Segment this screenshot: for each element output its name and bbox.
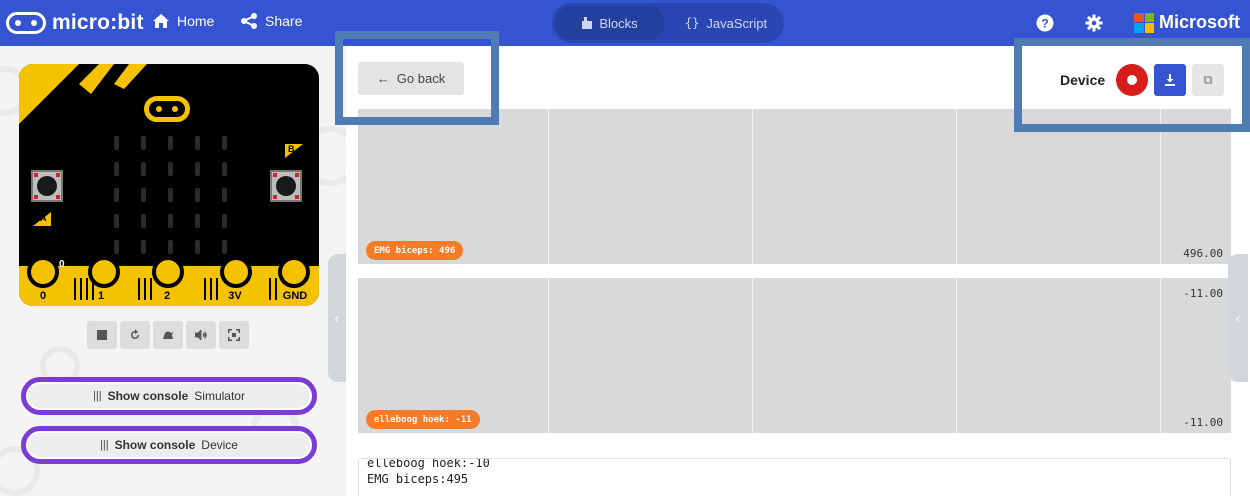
- chart-elleboog-hoek: -11.00 elleboog hoek: -11 -11.00: [358, 278, 1231, 433]
- collapse-simulator-tab[interactable]: ‹: [328, 254, 346, 382]
- javascript-tab[interactable]: {} JavaScript: [671, 6, 781, 40]
- share-icon: [241, 13, 257, 29]
- chart-value-label: 496.00: [1183, 247, 1223, 260]
- bars-icon: |||: [100, 439, 109, 451]
- slowmo-icon: [163, 331, 173, 339]
- microbit-logo-chip: [144, 96, 190, 122]
- pin-gnd-pad: [278, 256, 310, 288]
- chart-min-label: -11.00: [1183, 416, 1223, 429]
- simulator-panel: A B 0 1 2 3V GND 0 ||| Show console Simu…: [0, 46, 346, 496]
- microbit-logo[interactable]: micro:bit: [6, 7, 144, 39]
- microsoft-logo[interactable]: Microsoft: [1134, 12, 1240, 33]
- pin-1-label: 1: [97, 290, 105, 302]
- simulator-toolbar: [87, 321, 249, 349]
- chart-max-label: -11.00: [1183, 287, 1223, 300]
- gear-icon: [1085, 14, 1103, 32]
- button-a-tag: A: [33, 212, 51, 226]
- blocks-tab[interactable]: Blocks: [555, 6, 665, 40]
- share-button[interactable]: Share: [240, 13, 302, 29]
- microsoft-logo-icon: [1134, 12, 1154, 33]
- restart-button[interactable]: [120, 321, 150, 349]
- console-device-sub: Device: [201, 438, 238, 452]
- settings-button[interactable]: [1083, 12, 1105, 34]
- show-console-simulator-button[interactable]: ||| Show console Simulator: [21, 377, 317, 415]
- highlight-device-controls: [1014, 38, 1250, 132]
- console-simulator-bold: Show console: [107, 389, 189, 403]
- show-console-device-button[interactable]: ||| Show console Device: [21, 426, 317, 464]
- chevron-left-icon: ‹: [334, 310, 340, 326]
- restart-icon: [131, 329, 139, 339]
- logo-text: micro:bit: [52, 11, 144, 34]
- home-icon: [153, 14, 169, 28]
- highlight-go-back: [335, 31, 499, 125]
- help-button[interactable]: ?: [1034, 12, 1056, 34]
- share-label: Share: [265, 13, 303, 29]
- fullscreen-icon: [228, 329, 240, 341]
- microsoft-label: Microsoft: [1159, 12, 1240, 32]
- bars-icon: |||: [93, 390, 102, 402]
- console-simulator-sub: Simulator: [194, 389, 245, 403]
- button-b[interactable]: [270, 170, 302, 202]
- editor-mode-toggle: Blocks {} JavaScript: [552, 3, 784, 43]
- stop-icon: [97, 330, 107, 340]
- chart-badge: EMG biceps: 496: [366, 241, 464, 260]
- pin-2-pad[interactable]: [152, 256, 184, 288]
- fullscreen-button[interactable]: [219, 321, 249, 349]
- help-icon: ?: [1036, 14, 1054, 32]
- pin-0-label: 0: [39, 290, 47, 302]
- pin-2-label: 2: [163, 290, 171, 302]
- console-device-bold: Show console: [114, 438, 196, 452]
- chart-badge: elleboog hoek: -11: [366, 410, 480, 429]
- pin-0-pad[interactable]: [27, 256, 59, 288]
- chart-emg-biceps: EMG biceps: 496 496.00: [358, 109, 1231, 264]
- pin-3v-pad: [220, 256, 252, 288]
- microbit-logo-icon: [6, 12, 46, 34]
- console-line: elleboog hoek:-10: [367, 458, 490, 470]
- blocks-label: Blocks: [599, 15, 638, 31]
- console-line: EMG biceps:495: [367, 472, 469, 486]
- svg-text:?: ?: [1041, 17, 1048, 31]
- serial-console-output: elleboog hoek:-10 EMG biceps:495: [358, 458, 1231, 496]
- braces-icon: {}: [684, 16, 700, 30]
- microbit-board: A B 0 1 2 3V GND 0: [19, 64, 319, 306]
- collapse-right-tab[interactable]: ‹: [1228, 254, 1248, 382]
- button-a[interactable]: [31, 170, 63, 202]
- button-b-tag: B: [285, 144, 303, 158]
- mute-button[interactable]: [186, 321, 216, 349]
- javascript-label: JavaScript: [706, 15, 768, 31]
- pin-0-reading: 0: [59, 259, 65, 270]
- chevron-left-icon: ‹: [1235, 310, 1241, 326]
- pin-1-pad[interactable]: [88, 256, 120, 288]
- home-label: Home: [177, 13, 215, 29]
- stop-button[interactable]: [87, 321, 117, 349]
- pin-3v-label: 3V: [228, 290, 242, 302]
- blocks-icon: [582, 17, 593, 29]
- slowmo-button[interactable]: [153, 321, 183, 349]
- home-button[interactable]: Home: [152, 13, 214, 29]
- pin-gnd-label: GND: [282, 290, 308, 302]
- mute-icon: [195, 330, 207, 340]
